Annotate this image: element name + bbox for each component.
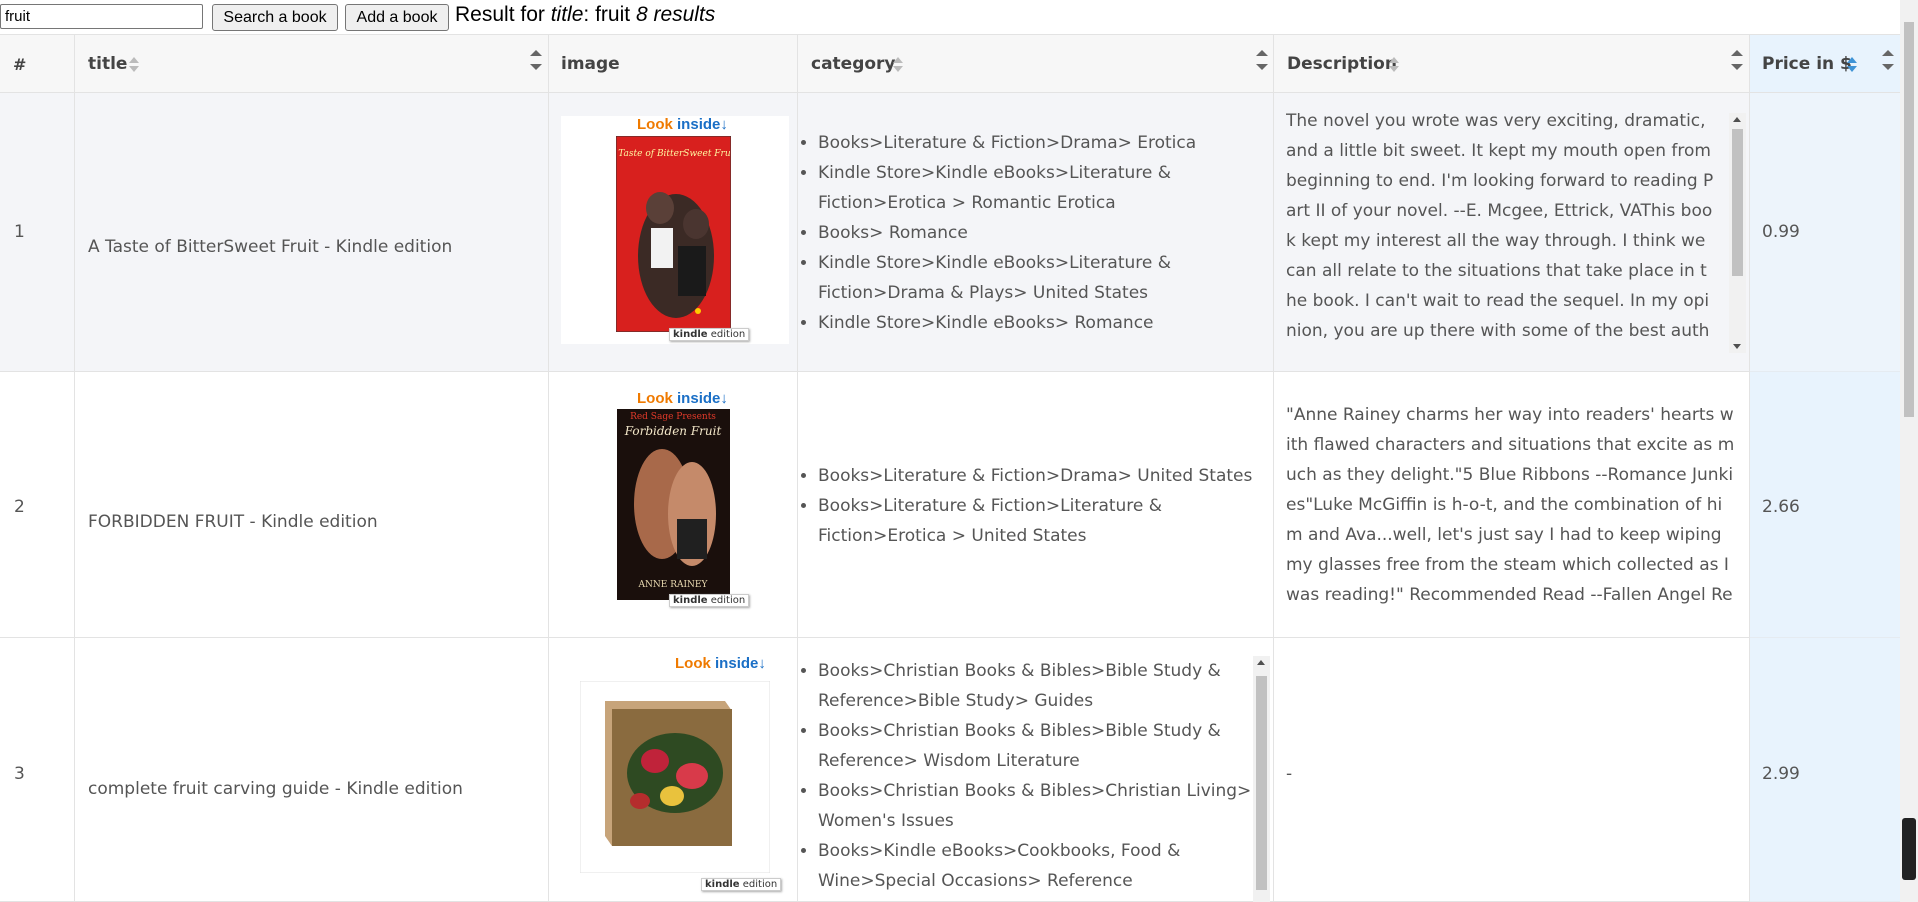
search-book-button[interactable]: Search a book [212, 4, 338, 31]
book-price: 2.66 [1762, 497, 1800, 517]
header-price[interactable]: Price in $ [1762, 54, 1852, 74]
add-book-button[interactable]: Add a book [345, 4, 449, 31]
scroll-down-icon[interactable] [1733, 344, 1741, 349]
kindle-edition-badge: kindle edition [669, 594, 750, 607]
book-title[interactable]: A Taste of BitterSweet Fruit - Kindle ed… [88, 232, 452, 262]
result-prefix: Result for [455, 3, 545, 26]
page-scrollbar[interactable] [1900, 0, 1918, 902]
kindle-badge-text-b: edition [742, 879, 778, 890]
look-inside-text-b: inside [677, 116, 721, 133]
book-price: 2.99 [1762, 764, 1800, 784]
cover-title-text: Forbidden Fruit [624, 424, 722, 438]
book-title[interactable]: complete fruit carving guide - Kindle ed… [88, 774, 463, 804]
kindle-badge-text-b: edition [710, 329, 746, 340]
column-divider [74, 34, 75, 902]
result-query: : fruit [583, 3, 631, 26]
description-text: "Anne Rainey charms her way into readers… [1286, 405, 1735, 605]
look-inside-badge: Look inside↓ [637, 116, 728, 133]
header-title[interactable]: title [88, 54, 127, 74]
price-column-menu-icon[interactable] [1882, 48, 1894, 78]
arrow-down-icon: ↓ [720, 116, 728, 133]
row-number: 1 [14, 222, 25, 242]
category-item: Kindle Store>Kindle eBooks> Romance [818, 308, 1280, 338]
arrow-down-icon: ↓ [758, 655, 766, 672]
category-item: Kindle Store>Kindle eBooks>Literature & … [818, 158, 1280, 218]
search-input[interactable] [0, 4, 203, 29]
look-inside-text-a: Look [637, 390, 673, 407]
book-title[interactable]: FORBIDDEN FRUIT - Kindle edition [88, 507, 378, 537]
look-inside-badge: Look inside↓ [675, 655, 766, 672]
kindle-badge-text-a: kindle [673, 329, 708, 340]
result-field: title [550, 3, 584, 26]
page-scroll-handle[interactable] [1902, 818, 1916, 880]
cover-title-text: A Taste of BitterSweet Fruit [616, 149, 731, 159]
header-num: # [13, 55, 27, 74]
category-column-menu-icon[interactable] [1256, 48, 1268, 78]
book-cover-2[interactable]: Look inside↓ Red Sage Presents Forbidden… [561, 390, 789, 618]
header-description[interactable]: Description [1287, 54, 1397, 74]
title-column-menu-icon[interactable] [530, 48, 542, 78]
scroll-up-icon[interactable] [1733, 117, 1741, 122]
kindle-edition-badge: kindle edition [669, 328, 750, 341]
description-column-menu-icon[interactable] [1731, 48, 1743, 78]
category-item: Books>Christian Books & Bibles>Bible Stu… [818, 716, 1254, 776]
category-item: Books>Kindle eBooks>Cookbooks, Food & Wi… [818, 836, 1254, 896]
look-inside-text-b: inside [715, 655, 759, 672]
category-item: Books>Literature & Fiction>Drama> United… [818, 461, 1280, 491]
category-scroll-area[interactable]: Books>Christian Books & Bibles>Bible Stu… [798, 656, 1254, 902]
description-scrollbar[interactable] [1729, 113, 1746, 353]
look-inside-text-a: Look [637, 116, 673, 133]
category-item: Kindle Store>Kindle eBooks>Literature & … [818, 248, 1280, 308]
category-scrollbar[interactable] [1253, 656, 1270, 902]
column-divider [548, 34, 549, 902]
header-image: image [561, 54, 620, 74]
kindle-badge-text-b: edition [710, 595, 746, 606]
result-count: 8 results [635, 3, 716, 26]
category-sort-icon[interactable] [893, 57, 903, 73]
description-text: - [1286, 764, 1293, 784]
category-item: Books>Literature & Fiction>Literature & … [818, 491, 1280, 551]
header-category[interactable]: category [811, 54, 896, 74]
category-item: Books>Literature & Fiction>Drama> Erotic… [818, 128, 1280, 158]
scrollbar-thumb[interactable] [1256, 676, 1267, 890]
book-cover-1[interactable]: Look inside↓ A Taste of BitterSweet Frui… [561, 116, 789, 344]
page-scrollbar-thumb[interactable] [1904, 22, 1914, 417]
category-list: Books>Literature & Fiction>Drama> United… [798, 461, 1280, 551]
book-price: 0.99 [1762, 222, 1800, 242]
row-number: 2 [14, 497, 25, 517]
cover-art-1: A Taste of BitterSweet Fruit [616, 136, 731, 332]
row-number: 3 [14, 764, 25, 784]
arrow-down-icon: ↓ [720, 390, 728, 407]
kindle-badge-text-a: kindle [673, 595, 708, 606]
search-toolbar: Search a book Add a book Result for titl… [0, 0, 1918, 34]
category-item: Books>Christian Books & Bibles>Christian… [818, 776, 1254, 836]
result-summary: Result for title: fruit 8 results [455, 3, 715, 27]
kindle-badge-text-a: kindle [705, 879, 740, 890]
scroll-up-icon[interactable] [1257, 660, 1265, 665]
scrollbar-thumb[interactable] [1732, 129, 1743, 276]
cover-art-2: Red Sage Presents Forbidden Fruit ANNE R… [617, 409, 730, 600]
results-table: # title image category Description Price… [0, 34, 1918, 902]
cover-publisher-text: Red Sage Presents [630, 412, 716, 422]
title-sort-icon[interactable] [129, 57, 139, 73]
category-list: Books>Christian Books & Bibles>Bible Stu… [798, 656, 1254, 896]
category-item: Books>Christian Books & Bibles>Bible Stu… [818, 656, 1254, 716]
look-inside-text-b: inside [677, 390, 721, 407]
kindle-edition-badge: kindle edition [701, 878, 782, 891]
look-inside-badge: Look inside↓ [637, 390, 728, 407]
cover-author-text: ANNE RAINEY [638, 580, 709, 590]
description-sort-icon[interactable] [1389, 57, 1399, 73]
price-sort-icon[interactable] [1847, 57, 1857, 73]
book-cover-3[interactable]: Look inside↓ kindle edition [561, 655, 789, 891]
cover-art-3 [580, 681, 770, 873]
category-list: Books>Literature & Fiction>Drama> Erotic… [798, 128, 1280, 338]
table-header [0, 34, 1900, 93]
category-item: Books> Romance [818, 218, 1280, 248]
look-inside-text-a: Look [675, 655, 711, 672]
description-text: The novel you wrote was very exciting, d… [1286, 111, 1714, 353]
column-divider [1749, 34, 1750, 902]
